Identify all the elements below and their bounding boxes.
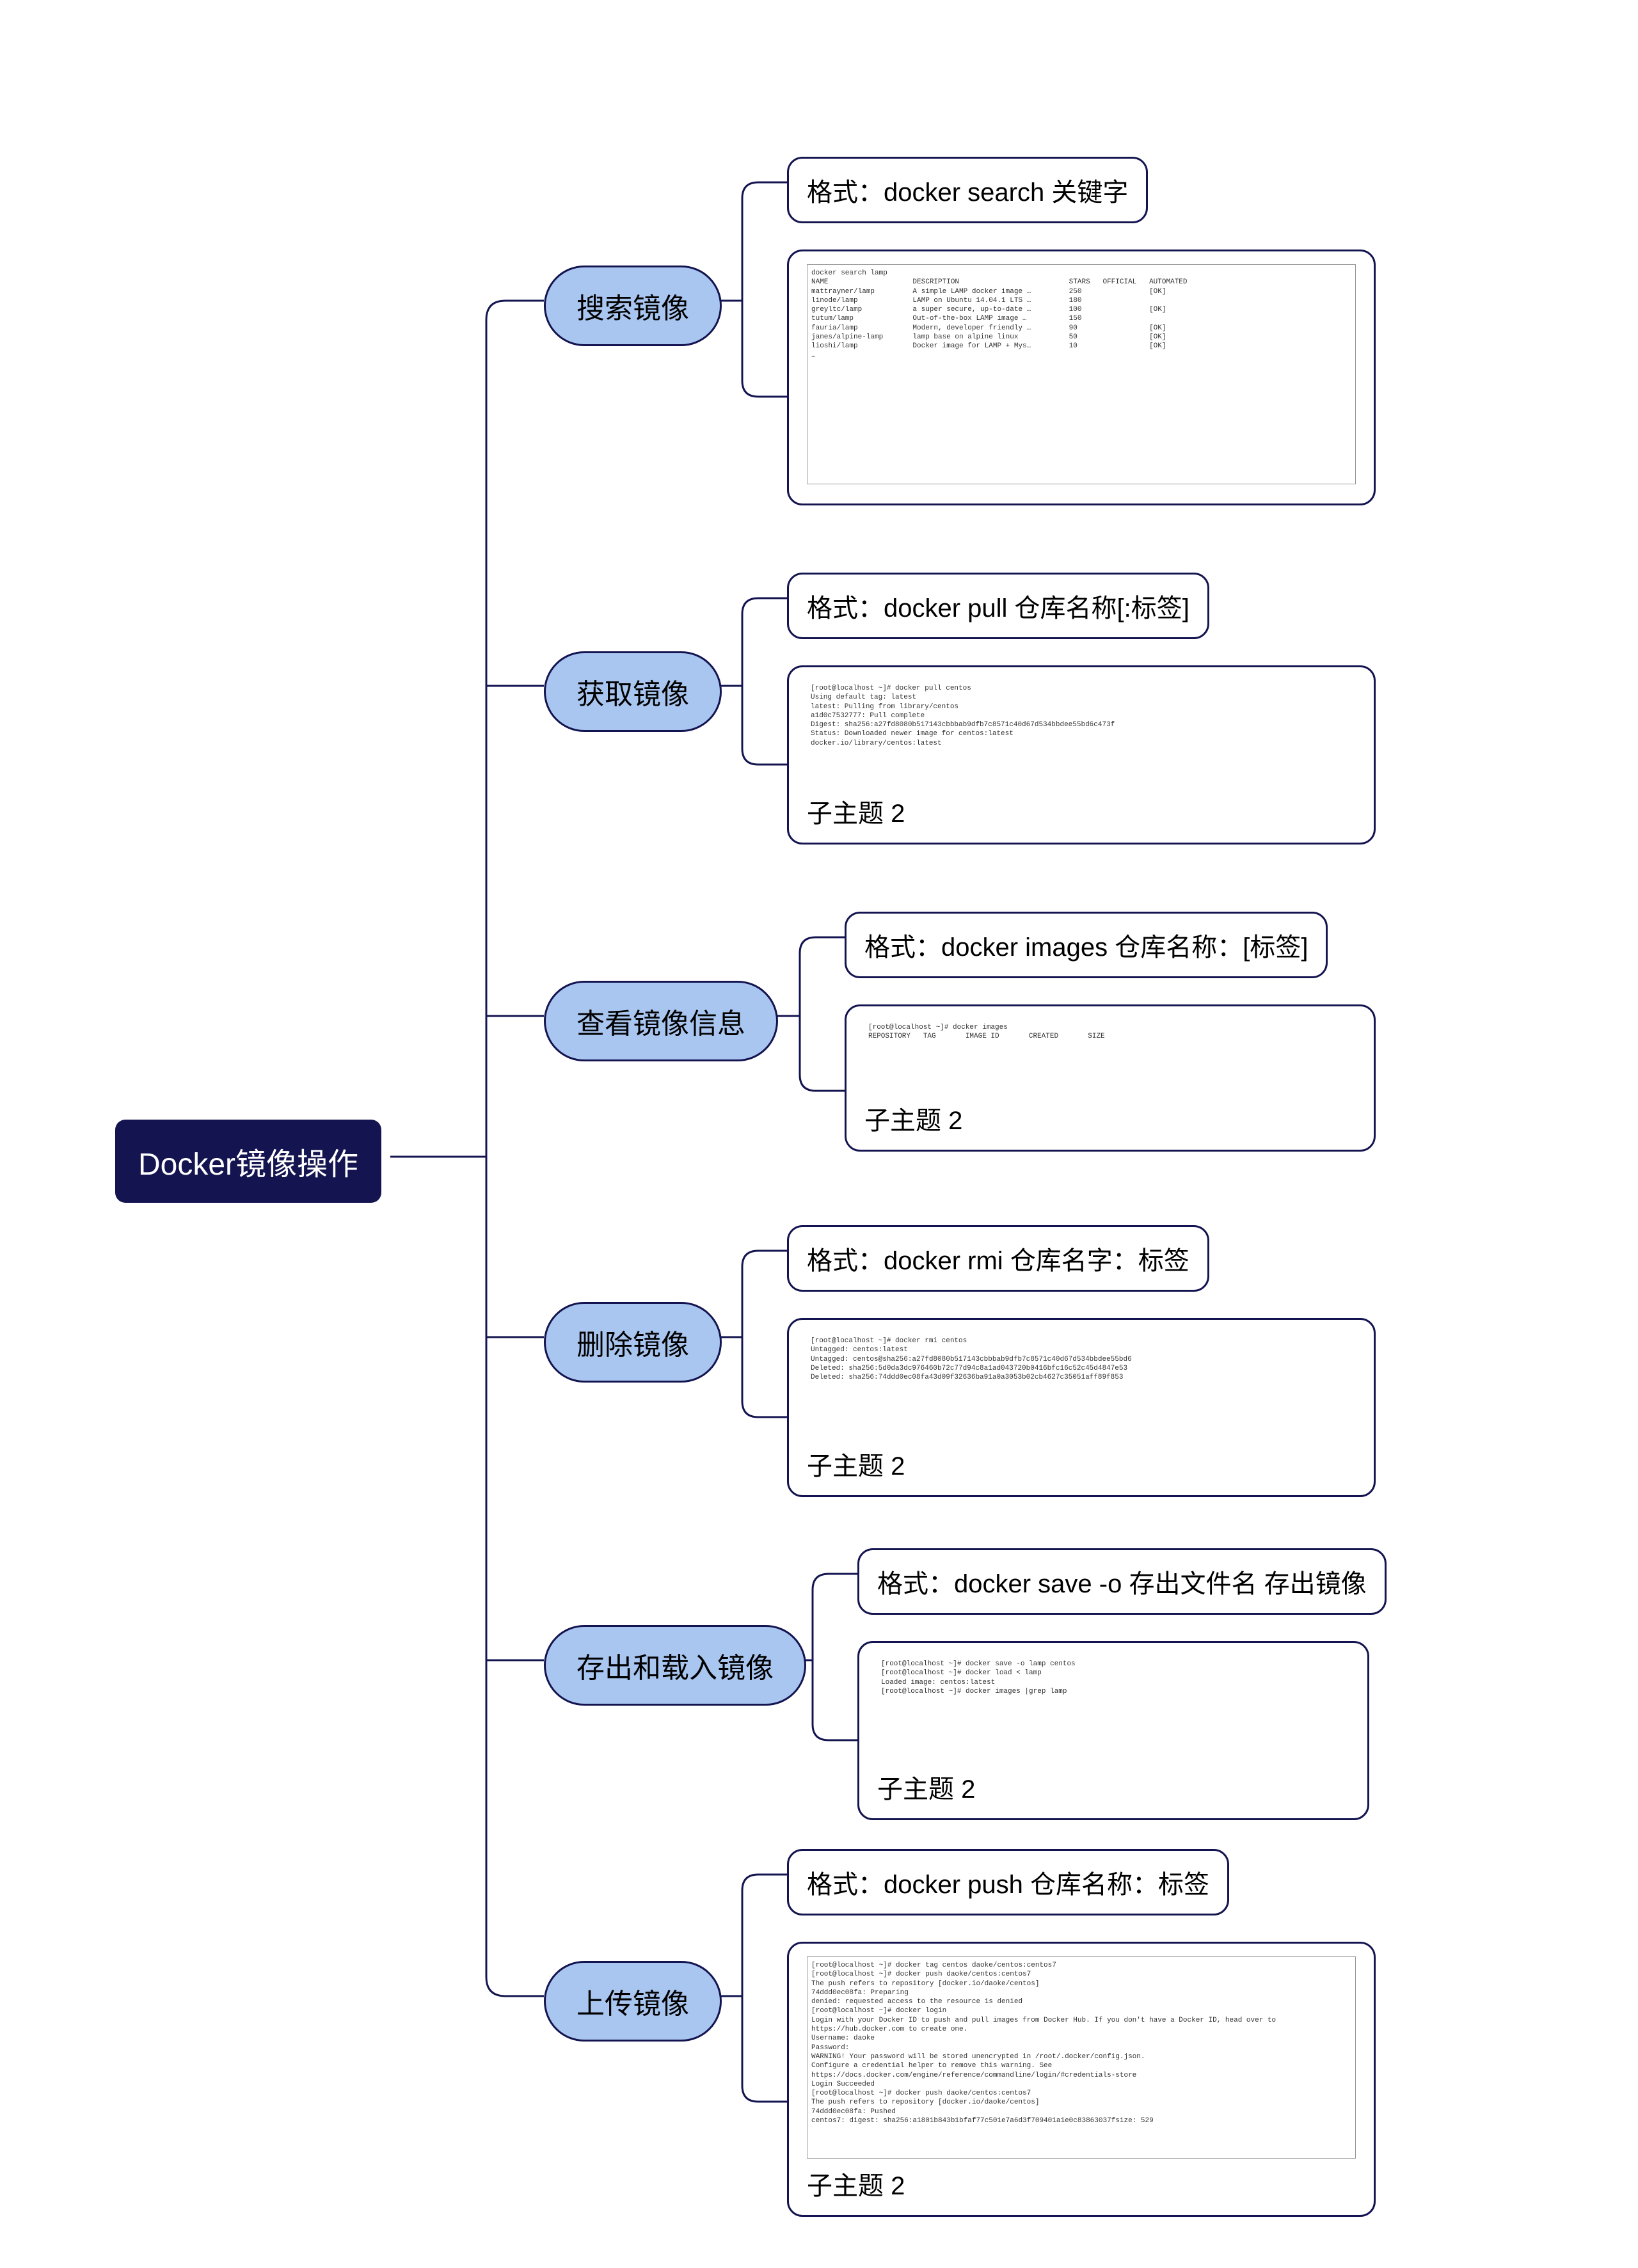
leaf-push-format[interactable]: 格式：docker push 仓库名称：标签 [787, 1849, 1229, 1915]
leaf-save-terminal[interactable]: [root@localhost ~]# docker save -o lamp … [857, 1641, 1369, 1820]
branch-pull-image[interactable]: 获取镜像 [544, 651, 722, 732]
terminal-output: [root@localhost ~]# docker images REPOSI… [864, 1019, 1356, 1093]
leaf-images-format[interactable]: 格式：docker images 仓库名称：[标签] [845, 912, 1328, 978]
terminal-output: [root@localhost ~]# docker rmi centos Un… [807, 1333, 1356, 1439]
leaf-pull-terminal[interactable]: [root@localhost ~]# docker pull centos U… [787, 665, 1376, 845]
leaf-pull-format[interactable]: 格式：docker pull 仓库名称[:标签] [787, 573, 1209, 639]
leaf-caption: 子主题 2 [807, 1445, 1356, 1482]
branch-search-image[interactable]: 搜索镜像 [544, 266, 722, 346]
leaf-caption: 子主题 2 [807, 793, 1356, 830]
terminal-output: [root@localhost ~]# docker save -o lamp … [877, 1656, 1349, 1762]
branch-delete-image[interactable]: 删除镜像 [544, 1302, 722, 1383]
leaf-save-format[interactable]: 格式：docker save -o 存出文件名 存出镜像 [857, 1548, 1387, 1615]
watermark: 树图 shutu.cn [166, 855, 510, 1102]
watermark: 树图 shutu.cn [166, 1674, 510, 1921]
watermark: 树图 shutu.cn [166, 2090, 510, 2268]
root-node[interactable]: Docker镜像操作 [115, 1120, 381, 1203]
leaf-caption: 子主题 2 [877, 1768, 1349, 1805]
branch-save-load-image[interactable]: 存出和载入镜像 [544, 1625, 806, 1706]
branch-push-image[interactable]: 上传镜像 [544, 1961, 722, 2042]
leaf-rmi-format[interactable]: 格式：docker rmi 仓库名字：标签 [787, 1225, 1209, 1292]
leaf-search-format[interactable]: 格式：docker search 关键字 [787, 157, 1148, 223]
leaf-caption: 子主题 2 [807, 2165, 1356, 2202]
leaf-search-terminal[interactable]: docker search lamp NAME DESCRIPTION STAR… [787, 250, 1376, 505]
terminal-output: [root@localhost ~]# docker tag centos da… [807, 1956, 1356, 2159]
watermark: 树图 shutu.cn [166, 36, 510, 283]
branch-view-image-info[interactable]: 查看镜像信息 [544, 981, 778, 1061]
terminal-output: docker search lamp NAME DESCRIPTION STAR… [807, 264, 1356, 484]
leaf-push-terminal[interactable]: [root@localhost ~]# docker tag centos da… [787, 1942, 1376, 2217]
terminal-output: [root@localhost ~]# docker pull centos U… [807, 680, 1356, 786]
leaf-rmi-terminal[interactable]: [root@localhost ~]# docker rmi centos Un… [787, 1318, 1376, 1497]
leaf-images-terminal[interactable]: [root@localhost ~]# docker images REPOSI… [845, 1004, 1376, 1152]
mindmap-canvas: Docker镜像操作 搜索镜像 格式：docker search 关键字 doc… [0, 0, 1638, 2268]
leaf-caption: 子主题 2 [864, 1100, 1356, 1137]
